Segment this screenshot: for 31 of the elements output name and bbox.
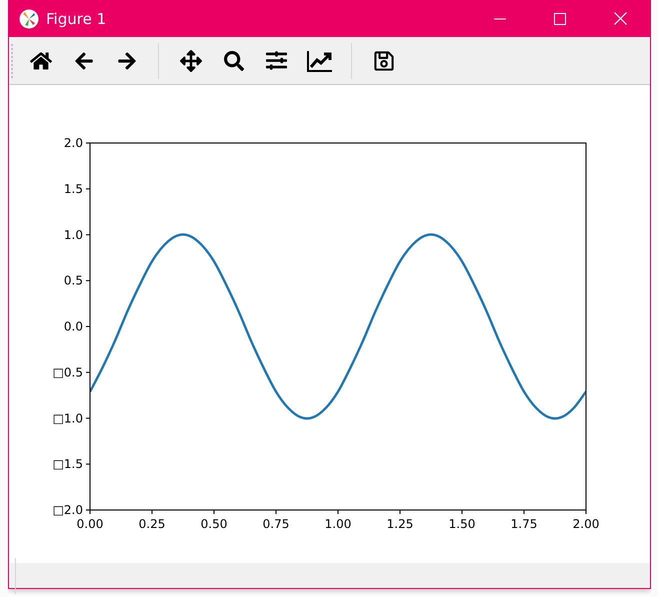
search-icon [224,50,244,70]
window-title: Figure 1 [46,10,108,28]
minimize-icon [494,18,506,20]
tick-label: □1.5 [52,457,83,472]
tick-label: 1.25 [386,517,414,531]
save-icon [372,50,394,72]
tick-label: 0.50 [200,517,228,531]
line-chart-icon [306,50,332,72]
app-logo-icon [19,8,39,28]
tick-label: 0.5 [64,274,83,288]
maximize-icon [554,12,566,24]
tick-label: 1.00 [324,517,352,531]
tick-label: 1.75 [510,517,538,531]
sliders-icon [266,50,287,71]
move-icon [180,50,202,72]
tick-label: □0.5 [52,365,83,380]
home-icon [30,50,52,72]
tick-label: 1.50 [448,517,476,531]
tick-label: 1.5 [64,182,83,196]
tick-label: □2.0 [52,503,83,517]
tick-label: 2.00 [572,517,600,531]
back-icon [74,50,94,70]
tick-label: 0.0 [64,320,83,334]
tick-label: 0.75 [262,517,290,531]
close-icon [614,12,626,25]
tick-label: 0.00 [76,517,104,531]
tick-label: 1.0 [64,228,83,242]
tick-label: 0.25 [138,517,166,531]
tick-label: 2.0 [64,136,83,150]
forward-icon [116,50,136,70]
tick-label: □1.0 [52,411,83,426]
